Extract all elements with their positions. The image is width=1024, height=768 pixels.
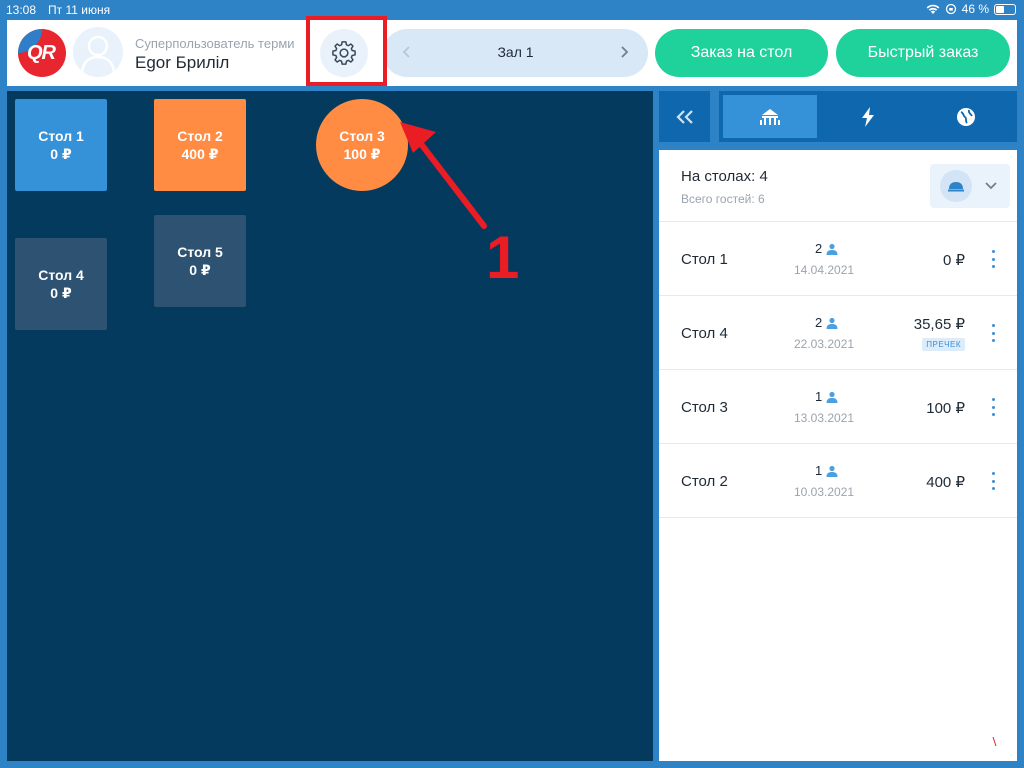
filter-dropdown[interactable] — [930, 164, 1010, 208]
row-guests: 1 — [815, 389, 838, 404]
table-4[interactable]: Стол 4 0 ₽ — [15, 238, 107, 330]
table-name: Стол 4 — [38, 267, 84, 283]
row-date: 14.04.2021 — [794, 263, 855, 277]
summary-title: На столах: 4 — [681, 168, 768, 185]
battery-icon — [994, 3, 1016, 15]
row-date: 13.03.2021 — [794, 411, 855, 425]
quick-order-button[interactable]: Быстрый заказ — [836, 29, 1010, 77]
double-chevron-left-icon — [675, 109, 693, 124]
wifi-icon — [926, 4, 940, 14]
summary-subtitle: Всего гостей: 6 — [681, 192, 765, 206]
logo-text: QR — [27, 42, 56, 64]
more-vertical-icon[interactable] — [989, 324, 997, 342]
tab-quick[interactable] — [821, 95, 915, 138]
row-date: 22.03.2021 — [794, 337, 855, 351]
chevron-down-icon — [985, 182, 997, 190]
hall-name[interactable]: Зал 1 — [383, 44, 648, 60]
app-logo: QR — [18, 29, 66, 77]
user-icon — [80, 35, 116, 76]
table-1[interactable]: Стол 1 0 ₽ — [15, 99, 107, 191]
table-amount: 400 ₽ — [181, 146, 219, 162]
row-guests: 2 — [815, 241, 838, 256]
status-time: 13:08 — [6, 3, 37, 17]
tab-bar — [719, 91, 1017, 142]
annotation-highlight-box — [306, 16, 387, 86]
table-2[interactable]: Стол 2 400 ₽ — [154, 99, 246, 191]
table-5[interactable]: Стол 5 0 ₽ — [154, 215, 246, 307]
orders-panel: На столах: 4 Всего гостей: 6 Стол 1 2 14… — [659, 150, 1017, 761]
person-icon — [826, 391, 838, 403]
status-right: 46 % — [926, 2, 1016, 16]
globe-icon — [957, 107, 975, 126]
precheck-badge: ПРЕЧЕК — [922, 338, 965, 351]
row-guests: 1 — [815, 463, 838, 478]
more-vertical-icon[interactable] — [989, 472, 997, 490]
user-name: Egor Брилiл — [135, 53, 230, 72]
avatar[interactable] — [73, 27, 123, 77]
more-vertical-icon[interactable] — [989, 398, 997, 416]
annotation-arrow: 1 — [400, 122, 519, 291]
row-table-name: Стол 4 — [681, 325, 728, 342]
table-row[interactable]: Стол 2 1 10.03.2021 400 ₽ — [659, 444, 1017, 518]
table-row[interactable]: Стол 3 1 13.03.2021 100 ₽ — [659, 370, 1017, 444]
chevron-right-icon[interactable] — [616, 44, 632, 60]
person-icon — [826, 243, 838, 255]
status-bar: 13:08 Пт 11 июня 46 % — [0, 0, 1024, 20]
table-name: Стол 3 — [339, 128, 385, 144]
more-vertical-icon[interactable] — [989, 250, 997, 268]
table-row[interactable]: Стол 1 2 14.04.2021 0 ₽ — [659, 222, 1017, 296]
table-order-button[interactable]: Заказ на стол — [655, 29, 828, 77]
floor-plan: Стол 1 0 ₽ Стол 2 400 ₽ Стол 3 100 ₽ Сто… — [7, 91, 653, 761]
tables-icon — [760, 108, 780, 125]
row-guests: 2 — [815, 315, 838, 330]
person-icon — [826, 465, 838, 477]
cursor-icon — [992, 736, 997, 747]
row-amount: 35,65 ₽ — [913, 316, 965, 333]
table-amount: 0 ₽ — [50, 146, 72, 162]
hall-switcher: Зал 1 — [383, 29, 648, 77]
tab-online[interactable] — [919, 95, 1013, 138]
lock-rotation-icon — [945, 3, 956, 15]
table-name: Стол 5 — [177, 244, 223, 260]
row-amount: 400 ₽ — [926, 474, 965, 491]
lightning-icon — [862, 106, 874, 127]
row-table-name: Стол 1 — [681, 251, 728, 268]
person-icon — [826, 317, 838, 329]
table-amount: 0 ₽ — [50, 285, 72, 301]
table-name: Стол 2 — [177, 128, 223, 144]
annotation-number: 1 — [486, 224, 519, 291]
row-amount: 0 ₽ — [942, 252, 965, 269]
table-3[interactable]: Стол 3 100 ₽ — [316, 99, 408, 191]
table-row[interactable]: Стол 4 2 22.03.2021 35,65 ₽ ПРЕЧЕК — [659, 296, 1017, 370]
collapse-panel-button[interactable] — [659, 91, 710, 142]
table-amount: 0 ₽ — [189, 262, 211, 278]
side-panel-tabs — [659, 91, 1017, 142]
status-date: Пт 11 июня — [48, 3, 111, 17]
header-bar: QR Суперпользователь терми Egor Брилiл З… — [7, 20, 1017, 86]
battery-percent: 46 % — [961, 2, 989, 16]
cloche-icon — [948, 182, 964, 192]
table-amount: 100 ₽ — [343, 146, 381, 162]
user-role: Суперпользователь терми — [135, 36, 295, 51]
row-amount: 100 ₽ — [926, 400, 965, 417]
row-table-name: Стол 2 — [681, 473, 728, 490]
row-table-name: Стол 3 — [681, 399, 728, 416]
orders-summary: На столах: 4 Всего гостей: 6 — [659, 150, 1017, 222]
tab-tables[interactable] — [723, 95, 817, 138]
row-date: 10.03.2021 — [794, 485, 855, 499]
table-name: Стол 1 — [38, 128, 84, 144]
